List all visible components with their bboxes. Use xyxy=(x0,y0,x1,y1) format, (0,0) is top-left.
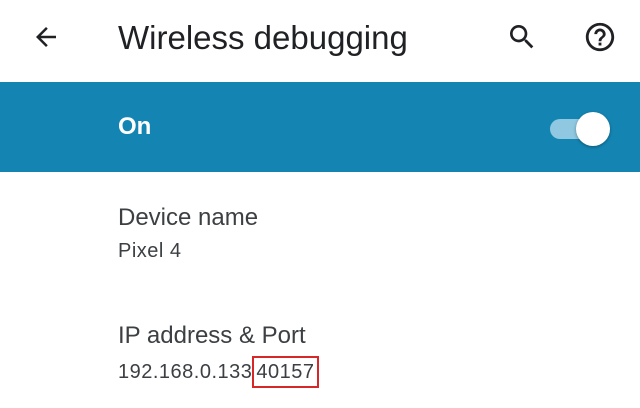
back-button[interactable] xyxy=(22,13,70,61)
help-circle-icon xyxy=(585,22,615,52)
search-icon xyxy=(510,25,534,49)
port-highlight: 40157 xyxy=(252,356,319,388)
port-number: 40157 xyxy=(256,361,315,383)
device-name-preference[interactable]: Device name Pixel 4 xyxy=(0,188,640,280)
ip-address-port-title: IP address & Port xyxy=(118,322,306,349)
page-title: Wireless debugging xyxy=(118,19,408,56)
ip-address: 192.168.0.133 xyxy=(118,361,253,383)
help-button[interactable] xyxy=(576,13,624,61)
main-switch-bar[interactable]: On xyxy=(0,82,640,172)
toggle-thumb xyxy=(576,112,610,146)
device-name-value: Pixel 4 xyxy=(118,240,182,262)
ip-address-port-value: 192.168.0.133 40157 xyxy=(118,356,319,388)
ip-address-port-preference: IP address & Port 192.168.0.133 40157 xyxy=(0,306,640,398)
search-button[interactable] xyxy=(498,13,546,61)
main-switch-label: On xyxy=(118,113,152,140)
on-off-toggle[interactable] xyxy=(548,112,612,146)
device-name-title: Device name xyxy=(118,204,259,231)
arrow-back-icon xyxy=(36,27,56,47)
app-bar: Wireless debugging xyxy=(0,0,640,82)
